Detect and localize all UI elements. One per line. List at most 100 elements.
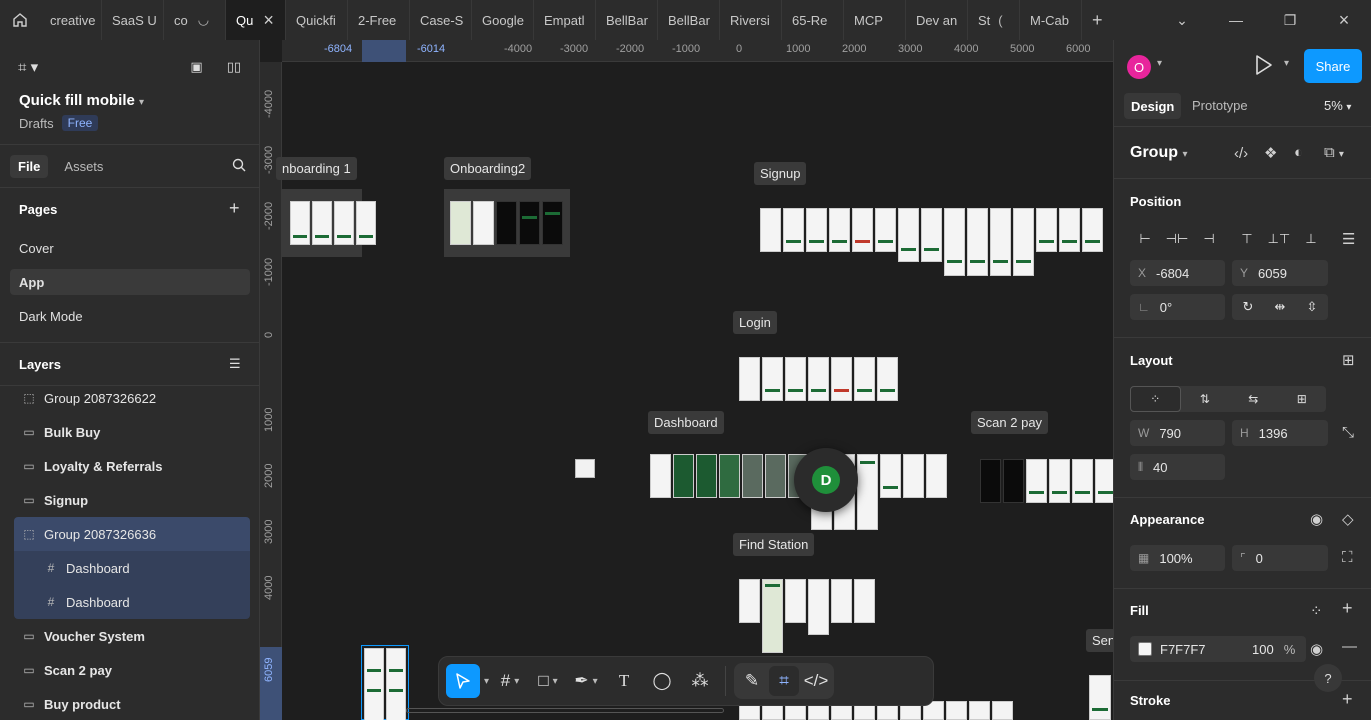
frame-label-onboarding-1[interactable]: nboarding 1 (276, 157, 357, 180)
screen-thumbnail[interactable] (473, 201, 494, 245)
screen-thumbnail[interactable] (450, 201, 471, 245)
dashboard-frame-thumbnail[interactable] (386, 648, 406, 720)
screen-thumbnail[interactable] (1003, 459, 1024, 503)
tab-assets[interactable]: Assets (56, 155, 111, 178)
blend-mode-icon[interactable]: ◇ (1342, 510, 1354, 528)
tab-bellbar-2[interactable]: BellBar (658, 0, 720, 40)
pen-tool[interactable]: ✒ ▾ (569, 664, 603, 698)
chevron-down-icon[interactable]: ▾ (553, 676, 558, 687)
text-tool[interactable]: T (607, 664, 641, 698)
minimize-icon[interactable]: — (1209, 0, 1263, 40)
page-item-app[interactable]: App (10, 269, 250, 295)
layout-vertical-icon[interactable]: ⇅ (1181, 386, 1230, 412)
screen-thumbnail[interactable] (877, 357, 898, 401)
screen-thumbnail[interactable] (673, 454, 694, 498)
ui3-toggle-icon[interactable]: ▣ (190, 59, 202, 75)
screen-thumbnail[interactable] (980, 459, 1001, 503)
screen-thumbnail[interactable] (944, 208, 965, 276)
layer-row-child[interactable]: # Dashboard (14, 551, 250, 585)
code-icon[interactable]: ‹/› (1234, 145, 1248, 162)
close-window-icon[interactable]: × (1317, 0, 1371, 40)
layer-row-child[interactable]: # Dashboard (14, 585, 250, 619)
screen-thumbnail[interactable] (898, 208, 919, 262)
screen-thumbnail[interactable] (1026, 459, 1047, 503)
design-canvas[interactable]: -6804 -6014 -4000 -3000 -2000 -1000 0 10… (260, 40, 1113, 720)
fill-row[interactable]: F7F7F7 100 % (1130, 636, 1306, 662)
screen-thumbnail[interactable] (946, 701, 967, 720)
chevron-down-icon[interactable]: ▾ (514, 676, 519, 687)
frame-label-dashboard[interactable]: Dashboard (648, 411, 724, 434)
height-field[interactable]: H 1396 (1232, 420, 1328, 446)
mask-icon[interactable]: ◐ (1294, 144, 1303, 161)
chevron-down-icon[interactable]: ▾ (484, 676, 489, 687)
screen-thumbnail[interactable] (808, 357, 829, 401)
search-icon[interactable] (232, 158, 246, 175)
tab-design[interactable]: Design (1124, 93, 1182, 119)
screen-thumbnail[interactable] (762, 357, 783, 401)
rotate-icon[interactable]: ↻ (1243, 299, 1254, 315)
user-avatar[interactable]: O (1127, 55, 1151, 79)
page-item-dark-mode[interactable]: Dark Mode (10, 303, 250, 329)
file-title[interactable]: Quick fill mobile ▾ (19, 92, 144, 109)
eye-icon[interactable]: ◉ (1310, 510, 1323, 528)
styles-icon[interactable]: ⁘ (1310, 602, 1323, 620)
frame-label-login[interactable]: Login (733, 311, 777, 334)
x-position-field[interactable]: X -6804 (1130, 260, 1225, 286)
tab-mcp[interactable]: MCP (844, 0, 906, 40)
tab-2free[interactable]: 2-Free (348, 0, 410, 40)
layers-menu-icon[interactable]: ☰ (229, 356, 241, 372)
drafts-label[interactable]: Drafts (19, 116, 54, 131)
tab-empathy[interactable]: Empatl (534, 0, 596, 40)
layer-row[interactable]: ▭ Loyalty & Referrals (14, 449, 250, 483)
screen-thumbnail[interactable] (1089, 675, 1111, 720)
frame-label-send[interactable]: Sen (1086, 629, 1113, 652)
draw-mode-icon[interactable]: ✎ (737, 666, 767, 696)
fill-opacity[interactable]: 100 (1252, 642, 1274, 657)
fill-color-swatch[interactable] (1138, 642, 1152, 656)
restore-icon[interactable]: ❐ (1263, 0, 1317, 40)
layout-grid-icon[interactable]: ⊞ (1278, 386, 1327, 412)
screen-thumbnail[interactable] (785, 357, 806, 401)
align-middle-icon[interactable]: ⊥⊤ (1266, 225, 1292, 253)
screen-thumbnail[interactable] (1049, 459, 1070, 503)
screen-thumbnail[interactable] (926, 454, 947, 498)
screen-thumbnail[interactable] (765, 454, 786, 498)
tab-dev[interactable]: Dev an (906, 0, 968, 40)
tab-quickfill[interactable]: Quickfi (286, 0, 348, 40)
shape-tool[interactable]: □ ▾ (531, 664, 565, 698)
screen-thumbnail[interactable] (356, 201, 376, 245)
frame-label-scan-2-pay[interactable]: Scan 2 pay (971, 411, 1049, 434)
tab-riverside[interactable]: Riversi (720, 0, 782, 40)
screen-thumbnail[interactable] (739, 357, 760, 401)
comment-tool[interactable]: ◯ (645, 664, 679, 698)
screen-thumbnail[interactable] (1036, 208, 1057, 252)
tab-file[interactable]: File (10, 154, 49, 178)
add-page-icon[interactable]: + (229, 198, 240, 219)
design-mode-icon[interactable]: ⌗ (769, 666, 800, 696)
horizontal-scrollbar[interactable] (406, 708, 724, 713)
screen-thumbnail[interactable] (312, 201, 332, 245)
screen-thumbnail[interactable] (831, 357, 852, 401)
screen-thumbnail[interactable] (854, 579, 875, 623)
dev-mode-icon[interactable]: </> (801, 666, 831, 696)
screen-thumbnail[interactable] (762, 579, 783, 653)
flip-horizontal-icon[interactable]: ⇹ (1275, 299, 1286, 315)
individual-corners-icon[interactable]: ⛶ (1342, 549, 1353, 566)
tab-bellbar-1[interactable]: BellBar (596, 0, 658, 40)
actions-icon[interactable]: ⁂ (683, 664, 717, 698)
screen-thumbnail[interactable] (990, 208, 1011, 276)
screen-thumbnail[interactable] (650, 454, 671, 498)
layout-freeform-icon[interactable]: ⁘ (1130, 386, 1181, 412)
chevron-down-icon[interactable]: ▾ (1157, 58, 1162, 69)
chevron-down-icon[interactable]: ▾ (593, 676, 598, 687)
chevron-down-icon[interactable]: ▾ (1284, 58, 1289, 69)
screen-thumbnail[interactable] (829, 208, 850, 252)
screen-thumbnail[interactable] (785, 579, 806, 623)
tab-st[interactable]: St ( (968, 0, 1020, 40)
screen-thumbnail[interactable] (808, 579, 829, 635)
gap-field[interactable]: ⫴ 40 (1130, 454, 1225, 480)
screen-thumbnail[interactable] (290, 201, 310, 245)
screen-thumbnail[interactable] (1082, 208, 1103, 252)
align-top-icon[interactable]: ⊤ (1234, 225, 1260, 253)
tab-active[interactable]: Qu × (226, 0, 286, 40)
